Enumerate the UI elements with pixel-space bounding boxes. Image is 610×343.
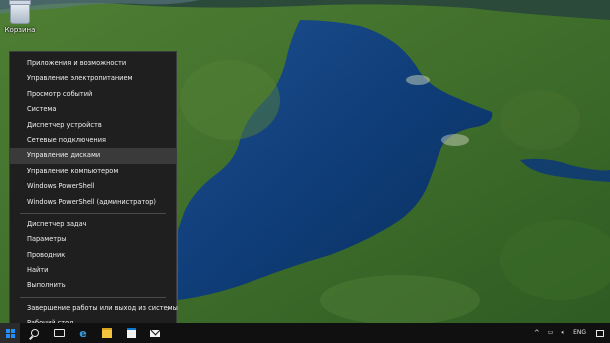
show-hidden-icons-button[interactable]: ^ — [530, 323, 544, 343]
menu-item-task-manager[interactable]: Диспетчер задач — [10, 217, 176, 232]
winx-context-menu: Приложения и возможности Управление элек… — [9, 51, 178, 327]
menu-item-apps-features[interactable]: Приложения и возможности — [10, 56, 176, 71]
taskbar: e ^ ▭ 🔈︎ ENG — [0, 323, 610, 343]
menu-item-file-explorer[interactable]: Проводник — [10, 248, 176, 263]
menu-item-search[interactable]: Найти — [10, 263, 176, 278]
store-button[interactable] — [120, 323, 142, 343]
menu-item-disk-management[interactable]: Управление дисками — [10, 148, 176, 164]
menu-separator — [20, 296, 166, 298]
menu-item-settings[interactable]: Параметры — [10, 232, 176, 247]
start-button[interactable] — [0, 323, 20, 343]
recycle-bin-label: Корзина — [4, 26, 36, 34]
menu-item-powershell-admin[interactable]: Windows PowerShell (администратор) — [10, 195, 176, 210]
windows-start-icon — [5, 328, 15, 338]
system-tray: ^ ▭ 🔈︎ ENG — [530, 323, 610, 343]
menu-item-network-connections[interactable]: Сетевые подключения — [10, 133, 176, 148]
search-button[interactable] — [24, 323, 46, 343]
submenu-chevron-icon: › — [166, 303, 170, 313]
file-explorer-button[interactable] — [96, 323, 118, 343]
menu-item-device-manager[interactable]: Диспетчер устройств — [10, 118, 176, 133]
language-indicator[interactable]: ENG — [569, 323, 590, 343]
menu-item-power-options[interactable]: Управление электропитанием — [10, 71, 176, 86]
menu-item-computer-management[interactable]: Управление компьютером — [10, 164, 176, 179]
network-icon[interactable]: ▭ — [544, 323, 558, 343]
volume-icon[interactable]: 🔈︎ — [557, 323, 569, 343]
task-view-button[interactable] — [48, 323, 70, 343]
menu-item-system[interactable]: Система — [10, 102, 176, 117]
recycle-bin-shortcut[interactable]: Корзина — [3, 0, 37, 34]
menu-item-event-viewer[interactable]: Просмотр событий — [10, 87, 176, 102]
menu-item-shutdown-label: Завершение работы или выход из системы — [27, 303, 178, 312]
edge-button[interactable]: e — [72, 323, 94, 343]
menu-item-powershell[interactable]: Windows PowerShell — [10, 179, 176, 194]
file-explorer-icon — [102, 328, 112, 338]
edge-icon: e — [79, 326, 87, 340]
menu-item-run[interactable]: Выполнить — [10, 278, 176, 293]
desktop: Корзина Приложения и возможности Управле… — [0, 0, 610, 343]
mail-button[interactable] — [144, 323, 166, 343]
task-view-icon — [53, 329, 65, 337]
store-icon — [126, 328, 136, 338]
menu-item-shutdown-signout[interactable]: Завершение работы или выход из системы › — [10, 301, 178, 316]
action-center-icon[interactable] — [596, 329, 604, 337]
recycle-bin-icon — [9, 0, 31, 24]
menu-separator — [20, 212, 166, 214]
mail-icon — [150, 329, 160, 337]
search-icon — [31, 329, 39, 337]
